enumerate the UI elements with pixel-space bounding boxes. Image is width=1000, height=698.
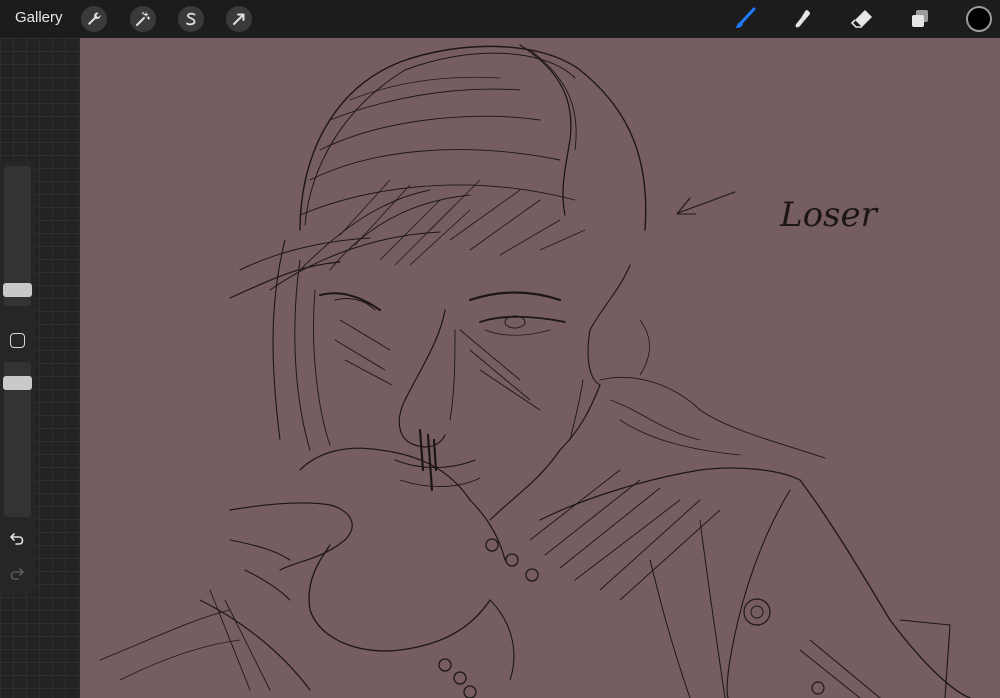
adjustments-button[interactable] [130,6,156,32]
layers-button[interactable] [906,5,934,33]
wrench-icon [88,12,101,25]
redo-button[interactable] [6,562,28,584]
transform-button[interactable] [226,6,252,32]
sketch-artwork [99,44,971,698]
opacity-thumb[interactable] [3,376,32,390]
color-picker-button[interactable] [966,6,992,32]
svg-text:Loser: Loser [779,195,879,235]
smudge-icon [795,10,810,28]
left-sidebar [0,162,35,594]
brush-size-thumb[interactable] [3,283,32,297]
transform-arrow-icon [233,13,245,25]
procreate-app: Gallery Loser [0,0,1000,698]
smudge-tool-button[interactable] [790,5,818,33]
modify-button[interactable] [10,333,25,348]
drawing-canvas[interactable]: Loser [80,38,1000,698]
selection-button[interactable] [178,6,204,32]
actions-button[interactable] [81,6,107,32]
handwritten-loser-text: Loser [779,195,879,235]
selection-s-icon [186,12,196,26]
top-toolbar: Gallery [0,0,1000,38]
eraser-icon [850,10,872,28]
gallery-button[interactable]: Gallery [15,9,63,27]
magic-wand-icon [136,11,151,26]
undo-icon [10,533,24,545]
undo-button[interactable] [6,527,28,549]
brush-icon [736,7,756,28]
layers-icon [912,10,928,27]
redo-icon [10,568,24,580]
brush-tool-button[interactable] [731,5,759,33]
eraser-tool-button[interactable] [848,5,876,33]
